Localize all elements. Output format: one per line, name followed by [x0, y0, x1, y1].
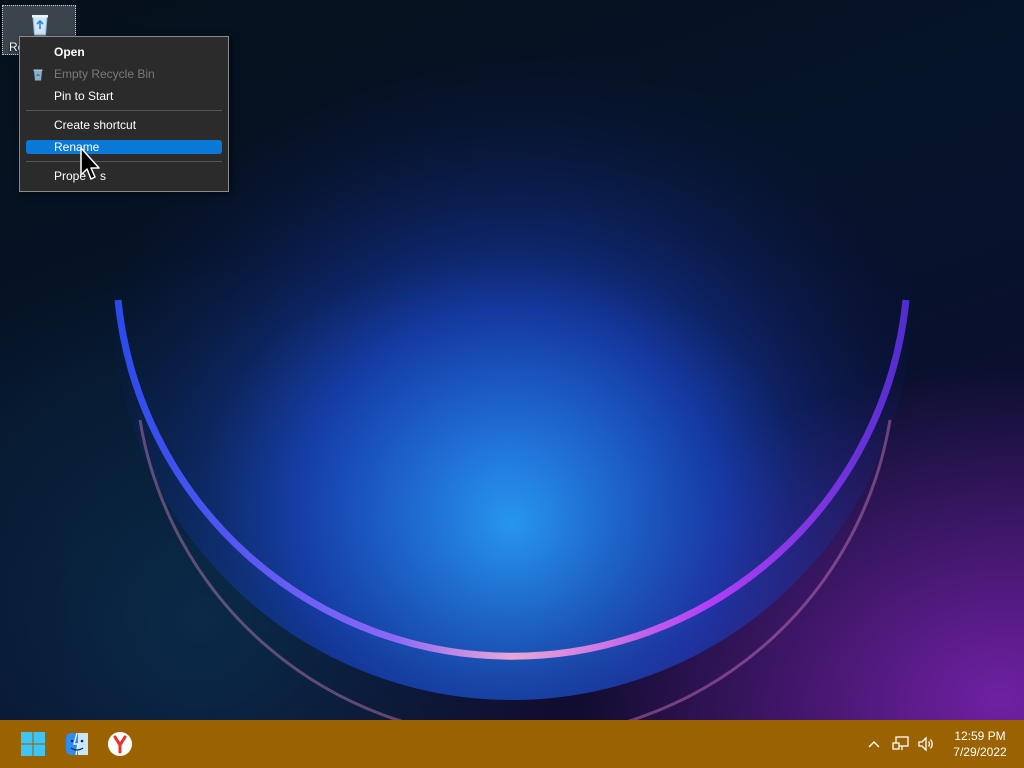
- context-menu: Open Empty Recycle Bin Pin to Start Crea…: [19, 36, 229, 192]
- menu-item-properties[interactable]: Prope s: [26, 168, 222, 184]
- menu-item-create-shortcut-label: Create shortcut: [54, 118, 137, 132]
- menu-item-open[interactable]: Open: [26, 44, 222, 60]
- desktop[interactable]: Re Open Empty Recycle Bin Pin to Start C…: [0, 0, 1024, 720]
- chevron-up-icon[interactable]: [864, 734, 884, 754]
- network-icon[interactable]: [891, 734, 911, 754]
- volume-icon[interactable]: [916, 734, 936, 754]
- recycle-bin-icon: [33, 69, 43, 81]
- menu-item-pin-to-start-label: Pin to Start: [54, 89, 114, 103]
- finder-face-icon[interactable]: [63, 730, 91, 758]
- menu-item-properties-suffix: s: [100, 169, 107, 183]
- menu-item-create-shortcut[interactable]: Create shortcut: [26, 117, 222, 133]
- menu-item-rename[interactable]: Rename: [26, 140, 222, 154]
- taskbar: 12:59 PM 7/29/2022: [0, 720, 1024, 768]
- menu-item-empty-recycle-bin[interactable]: Empty Recycle Bin: [26, 66, 222, 82]
- menu-item-rename-label: Rename: [54, 140, 100, 154]
- menu-item-empty-recycle-bin-label: Empty Recycle Bin: [54, 67, 155, 81]
- yandex-icon[interactable]: [106, 730, 134, 758]
- menu-item-pin-to-start[interactable]: Pin to Start: [26, 88, 222, 104]
- taskbar-clock[interactable]: 12:59 PM 7/29/2022: [942, 728, 1018, 760]
- menu-separator: [26, 161, 222, 162]
- windows-logo-icon[interactable]: [19, 730, 47, 758]
- menu-item-open-label: Open: [54, 45, 85, 59]
- menu-item-properties-label: Prope: [54, 169, 87, 183]
- recycle-bin-icon: [32, 15, 48, 36]
- clock-date: 7/29/2022: [953, 745, 1007, 759]
- menu-separator: [26, 110, 222, 111]
- clock-time: 12:59 PM: [954, 729, 1006, 743]
